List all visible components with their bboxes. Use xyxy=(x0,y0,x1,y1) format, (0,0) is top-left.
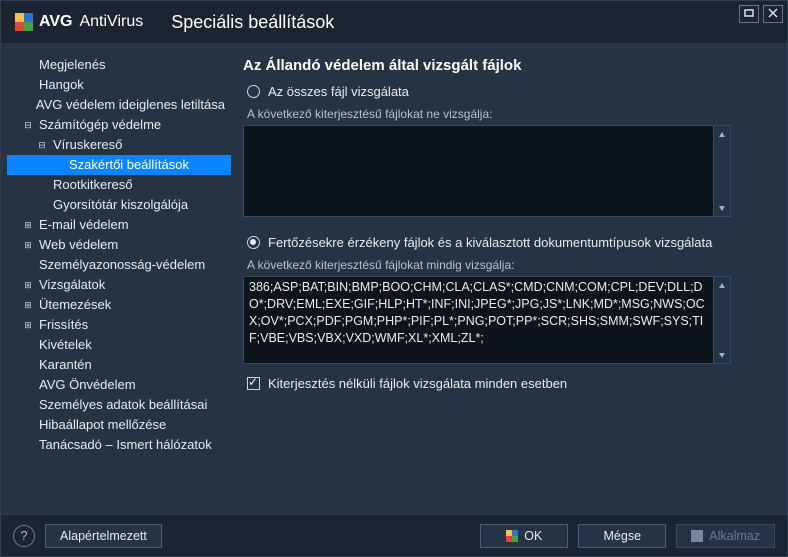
nav-item[interactable]: ⊞Web védelem xyxy=(7,235,231,255)
nav-item[interactable]: Szakértői beállítások xyxy=(7,155,231,175)
nav-item-label: Web védelem xyxy=(35,235,122,255)
close-icon xyxy=(768,8,778,21)
nav-item-label: Személyazonosság-védelem xyxy=(35,255,209,275)
nav-item[interactable]: Személyes adatok beállításai xyxy=(7,395,231,415)
radio-icon xyxy=(247,236,260,249)
nav-item[interactable]: Megjelenés xyxy=(7,55,231,75)
window-controls xyxy=(739,5,783,23)
nav-item[interactable]: Hangok xyxy=(7,75,231,95)
nav-item-label: Karantén xyxy=(35,355,96,375)
cancel-button-label: Mégse xyxy=(604,529,642,543)
nav-item-label: Víruskereső xyxy=(49,135,126,155)
nav-item[interactable]: Kivételek xyxy=(7,335,231,355)
minimize-icon xyxy=(744,8,754,21)
nav-item-label: Megjelenés xyxy=(35,55,110,75)
radio-scan-sensitive[interactable]: Fertőzésekre érzékeny fájlok és a kivála… xyxy=(247,235,767,250)
nav-item[interactable]: AVG Önvédelem xyxy=(7,375,231,395)
include-label: A következő kiterjesztésű fájlokat mindi… xyxy=(247,258,767,272)
collapse-icon[interactable]: ⊟ xyxy=(21,115,35,135)
main-panel: Az Állandó védelem által vizsgált fájlok… xyxy=(239,43,787,514)
expand-icon[interactable]: ⊞ xyxy=(21,295,35,315)
exclude-extensions-box[interactable] xyxy=(243,125,731,217)
avg-logo-icon xyxy=(15,13,33,31)
sidebar: MegjelenésHangokAVG védelem ideiglenes l… xyxy=(1,43,239,514)
scroll-up-icon[interactable] xyxy=(714,277,730,294)
nav-item-label: Ütemezések xyxy=(35,295,115,315)
minimize-button[interactable] xyxy=(739,5,759,23)
checkbox-scan-noext-label: Kiterjesztés nélküli fájlok vizsgálata m… xyxy=(268,376,567,391)
checkbox-scan-noext[interactable]: Kiterjesztés nélküli fájlok vizsgálata m… xyxy=(247,376,767,391)
nav-item[interactable]: ⊟Számítógép védelme xyxy=(7,115,231,135)
nav-item-label: Kivételek xyxy=(35,335,96,355)
scrollbar[interactable] xyxy=(713,126,730,216)
content-area: MegjelenésHangokAVG védelem ideiglenes l… xyxy=(1,43,787,514)
nav-item-label: AVG Önvédelem xyxy=(35,375,140,395)
brand-sub: AntiVirus xyxy=(79,13,143,31)
exclude-extensions-value xyxy=(244,126,713,216)
nav-item[interactable]: Tanácsadó – Ismert hálózatok xyxy=(7,435,231,455)
help-icon: ? xyxy=(20,528,27,543)
ok-button[interactable]: OK xyxy=(480,524,568,548)
nav-item-label: Vizsgálatok xyxy=(35,275,109,295)
default-button[interactable]: Alapértelmezett xyxy=(45,524,162,548)
nav-item[interactable]: Karantén xyxy=(7,355,231,375)
nav-item-label: AVG védelem ideiglenes letiltása xyxy=(32,95,229,115)
expand-icon[interactable]: ⊞ xyxy=(21,275,35,295)
checkbox-icon xyxy=(247,377,260,390)
apply-button[interactable]: Alkalmaz xyxy=(676,524,775,548)
brand-name: AVG xyxy=(39,13,72,31)
shield-icon xyxy=(691,530,703,542)
nav-item[interactable]: Hibaállapot mellőzése xyxy=(7,415,231,435)
nav-item-label: Személyes adatok beállításai xyxy=(35,395,211,415)
expand-icon[interactable]: ⊞ xyxy=(21,215,35,235)
default-button-label: Alapértelmezett xyxy=(60,529,147,543)
close-button[interactable] xyxy=(763,5,783,23)
nav-item-label: Számítógép védelme xyxy=(35,115,165,135)
scroll-up-icon[interactable] xyxy=(714,126,730,143)
nav-item[interactable]: AVG védelem ideiglenes letiltása xyxy=(7,95,231,115)
radio-scan-all-label: Az összes fájl vizsgálata xyxy=(268,84,409,99)
radio-icon xyxy=(247,85,260,98)
radio-scan-all[interactable]: Az összes fájl vizsgálata xyxy=(247,84,767,99)
app-window: AVG AntiVirus Speciális beállítások Megje… xyxy=(0,0,788,557)
page-title: Speciális beállítások xyxy=(171,12,334,33)
scroll-down-icon[interactable] xyxy=(714,346,730,363)
apply-button-label: Alkalmaz xyxy=(709,529,760,543)
cancel-button[interactable]: Mégse xyxy=(578,524,666,548)
nav-item-label: Szakértői beállítások xyxy=(65,155,193,175)
nav-item[interactable]: ⊞E-mail védelem xyxy=(7,215,231,235)
scroll-down-icon[interactable] xyxy=(714,199,730,216)
nav-item-label: Hangok xyxy=(35,75,88,95)
nav-item-label: Rootkitkereső xyxy=(49,175,136,195)
nav-item-label: Hibaállapot mellőzése xyxy=(35,415,170,435)
include-extensions-value: 386;ASP;BAT;BIN;BMP;BOO;CHM;CLA;CLAS*;CM… xyxy=(244,277,713,363)
nav-item[interactable]: ⊞Ütemezések xyxy=(7,295,231,315)
nav-item-label: Frissítés xyxy=(35,315,92,335)
nav-item[interactable]: ⊟Víruskereső xyxy=(7,135,231,155)
nav-item-label: Tanácsadó – Ismert hálózatok xyxy=(35,435,216,455)
expand-icon[interactable]: ⊞ xyxy=(21,235,35,255)
radio-scan-sensitive-label: Fertőzésekre érzékeny fájlok és a kivála… xyxy=(268,235,712,250)
expand-icon[interactable]: ⊞ xyxy=(21,315,35,335)
include-extensions-box[interactable]: 386;ASP;BAT;BIN;BMP;BOO;CHM;CLA;CLAS*;CM… xyxy=(243,276,731,364)
help-button[interactable]: ? xyxy=(13,525,35,547)
scrollbar[interactable] xyxy=(713,277,730,363)
shield-icon xyxy=(506,530,518,542)
ok-button-label: OK xyxy=(524,529,542,543)
nav-item[interactable]: Rootkitkereső xyxy=(7,175,231,195)
collapse-icon[interactable]: ⊟ xyxy=(35,135,49,155)
nav-item[interactable]: Személyazonosság-védelem xyxy=(7,255,231,275)
brand-block: AVG AntiVirus xyxy=(15,13,143,31)
footer: ? Alapértelmezett OK Mégse Alkalmaz xyxy=(1,514,787,556)
nav-tree: MegjelenésHangokAVG védelem ideiglenes l… xyxy=(7,55,231,455)
exclude-label: A következő kiterjesztésű fájlokat ne vi… xyxy=(247,107,767,121)
nav-item[interactable]: Gyorsítótár kiszolgálója xyxy=(7,195,231,215)
nav-item-label: E-mail védelem xyxy=(35,215,133,235)
nav-item-label: Gyorsítótár kiszolgálója xyxy=(49,195,192,215)
titlebar: AVG AntiVirus Speciális beállítások xyxy=(1,1,787,43)
section-heading: Az Állandó védelem által vizsgált fájlok xyxy=(243,57,767,74)
nav-item[interactable]: ⊞Vizsgálatok xyxy=(7,275,231,295)
nav-item[interactable]: ⊞Frissítés xyxy=(7,315,231,335)
